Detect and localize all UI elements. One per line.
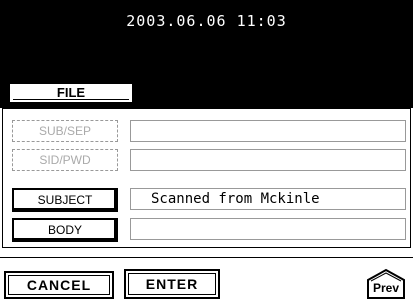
subject-field[interactable]: Scanned from Mckinle: [130, 188, 406, 210]
subject-button[interactable]: SUBJECT: [12, 188, 118, 212]
body-button[interactable]: BODY: [12, 218, 118, 242]
form-panel: SUB/SEP SID/PWD SUBJECT Scanned from Mck…: [2, 108, 411, 248]
subject-value: Scanned from Mckinle: [151, 191, 320, 207]
cancel-button[interactable]: CANCEL: [4, 271, 114, 299]
header-bar: 2003.06.06 11:03 FILE: [0, 0, 413, 108]
tab-file[interactable]: FILE: [8, 82, 134, 104]
footer-divider: [0, 257, 413, 258]
sid-pwd-button[interactable]: SID/PWD: [12, 149, 118, 171]
datetime-display: 2003.06.06 11:03: [126, 12, 287, 30]
enter-button[interactable]: ENTER: [124, 269, 220, 299]
prev-button[interactable]: Prev: [365, 268, 407, 300]
sid-pwd-field[interactable]: [130, 149, 406, 171]
sub-sep-button[interactable]: SUB/SEP: [12, 120, 118, 142]
prev-label: Prev: [372, 281, 400, 295]
sub-sep-field[interactable]: [130, 120, 406, 142]
body-field[interactable]: [130, 218, 406, 240]
